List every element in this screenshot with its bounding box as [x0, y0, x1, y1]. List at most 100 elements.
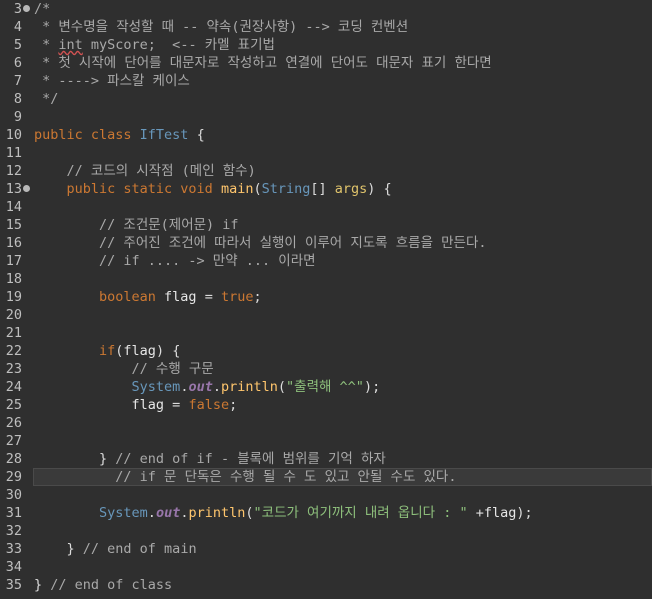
code-token: */	[34, 91, 59, 107]
code-line[interactable]: 35 } // end of class	[0, 576, 652, 594]
code-line[interactable]: 14	[0, 198, 652, 216]
code-token: // end of class	[50, 577, 173, 593]
line-number: 18	[5, 271, 22, 287]
code-text: } // end of if - 블록에 범위를 기억 하자	[34, 450, 386, 468]
code-line[interactable]: 22 if(flag) {	[0, 342, 652, 360]
line-number: 29	[5, 469, 22, 485]
line-number: 32	[5, 523, 22, 539]
code-line[interactable]: 23 // 수행 구문	[0, 360, 652, 378]
code-token: myScore; <-- 카멜 표기법	[82, 37, 275, 53]
code-token: =	[164, 397, 189, 413]
line-number: 35	[5, 577, 22, 593]
code-token: System	[34, 505, 148, 521]
code-token: flag	[164, 289, 197, 305]
code-line[interactable]: 29 // if 문 단독은 수행 될 수 도 있고 안될 수도 있다.	[0, 468, 652, 486]
code-token: System	[34, 379, 181, 395]
code-line[interactable]: 15 // 조건문(제어문) if	[0, 216, 652, 234]
code-token: (	[245, 505, 254, 521]
code-line[interactable]: 33 } // end of main	[0, 540, 652, 558]
code-line[interactable]: 19 boolean flag = true;	[0, 288, 652, 306]
code-token: (	[253, 181, 262, 197]
code-editor[interactable]: 3/* 4 * 변수명을 작성할 때 -- 약속(권장사항) --> 코딩 컨벤션…	[0, 0, 652, 599]
code-line[interactable]: 25 flag = false;	[0, 396, 652, 414]
line-number: 5	[13, 37, 22, 53]
line-number: 28	[5, 451, 22, 467]
line-number: 27	[5, 433, 22, 449]
line-number: 25	[5, 397, 22, 413]
code-token: .	[212, 379, 221, 395]
code-line[interactable]: 4 * 변수명을 작성할 때 -- 약속(권장사항) --> 코딩 컨벤션	[0, 18, 652, 36]
code-text: // 수행 구문	[34, 360, 214, 378]
code-token: * 변수명을 작성할 때 -- 약속(권장사항) --> 코딩 컨벤션	[34, 19, 409, 35]
code-text: } // end of main	[34, 540, 197, 558]
code-line[interactable]: 12 // 코드의 시작점 (메인 함수)	[0, 162, 652, 180]
line-number: 3	[13, 1, 22, 17]
code-token: );	[363, 379, 381, 395]
code-line[interactable]: 10 public class IfTest {	[0, 126, 652, 144]
code-text: System.out.println("코드가 여기까지 내려 옵니다 : " …	[34, 504, 533, 522]
line-number: 9	[13, 109, 22, 125]
code-line[interactable]: 11	[0, 144, 652, 162]
code-token: public class	[34, 127, 140, 143]
line-number: 6	[13, 55, 22, 71]
code-line[interactable]: 31 System.out.println("코드가 여기까지 내려 옵니다 :…	[0, 504, 652, 522]
code-text: // if .... -> 만약 ... 이라면	[34, 252, 316, 270]
code-line[interactable]: 9	[0, 108, 652, 126]
code-text: flag = false;	[34, 396, 238, 414]
code-line[interactable]: 3 /*	[0, 0, 652, 18]
code-token: // 코드의 시작점 (메인 함수)	[34, 163, 256, 179]
code-text: // 코드의 시작점 (메인 함수)	[34, 162, 256, 180]
code-line[interactable]: 8 */	[0, 90, 652, 108]
code-line[interactable]: 21	[0, 324, 652, 342]
code-line[interactable]: 32	[0, 522, 652, 540]
code-line[interactable]: 26	[0, 414, 652, 432]
code-token: ;	[229, 397, 238, 413]
code-line[interactable]: 13 public static void main(String[] args…	[0, 180, 652, 198]
code-text: // 조건문(제어문) if	[34, 216, 239, 234]
code-token: =	[196, 289, 221, 305]
code-token: }	[34, 541, 83, 557]
code-token: []	[310, 181, 335, 197]
code-token: {	[188, 127, 205, 143]
code-token: ) {	[367, 181, 392, 197]
line-number: 15	[5, 217, 22, 233]
line-number: 22	[5, 343, 22, 359]
code-token: // if .... -> 만약 ... 이라면	[34, 253, 316, 269]
code-line[interactable]: 20	[0, 306, 652, 324]
code-token: // end of main	[82, 541, 197, 557]
code-line[interactable]: 30	[0, 486, 652, 504]
code-token: ) {	[155, 343, 181, 359]
code-text: * 변수명을 작성할 때 -- 약속(권장사항) --> 코딩 컨벤션	[34, 18, 408, 36]
fold-toggle-icon[interactable]	[23, 185, 30, 192]
code-line[interactable]: 27	[0, 432, 652, 450]
code-token: // 조건문(제어문) if	[34, 217, 239, 233]
code-line[interactable]: 24 System.out.println("출력해 ^^");	[0, 378, 652, 396]
code-line[interactable]: 34	[0, 558, 652, 576]
code-line[interactable]: 7 * ----> 파스칼 케이스	[0, 72, 652, 90]
code-line[interactable]: 18	[0, 270, 652, 288]
code-token: flag	[483, 505, 517, 521]
code-token: out	[155, 505, 181, 521]
code-line[interactable]: 17 // if .... -> 만약 ... 이라면	[0, 252, 652, 270]
code-token: (	[277, 379, 287, 395]
code-line[interactable]: 5 * int myScore; <-- 카멜 표기법	[0, 36, 652, 54]
code-token: args	[334, 181, 368, 197]
code-token: out	[188, 379, 213, 395]
code-token: }	[34, 451, 116, 467]
line-number: 7	[13, 73, 22, 89]
code-line[interactable]: 6 * 첫 시작에 단어를 대문자로 작성하고 연결에 단어도 대문자 표기 한…	[0, 54, 652, 72]
line-number: 8	[13, 91, 22, 107]
fold-toggle-icon[interactable]	[23, 5, 30, 12]
code-text: */	[34, 90, 58, 108]
code-text: * int myScore; <-- 카멜 표기법	[34, 36, 275, 54]
line-number: 11	[5, 145, 22, 161]
code-line[interactable]: 16 // 주어진 조건에 따라서 실행이 이루어 지도록 흐름을 만든다.	[0, 234, 652, 252]
code-token: flag	[123, 343, 156, 359]
line-number: 13	[5, 181, 22, 197]
code-text: } // end of class	[34, 576, 172, 594]
code-text: * 첫 시작에 단어를 대문자로 작성하고 연결에 단어도 대문자 표기 한다면	[34, 54, 492, 72]
code-line[interactable]: 28 } // end of if - 블록에 범위를 기억 하자	[0, 450, 652, 468]
code-token: if	[34, 343, 116, 359]
line-number: 21	[5, 325, 22, 341]
code-text: System.out.println("출력해 ^^");	[34, 378, 381, 396]
